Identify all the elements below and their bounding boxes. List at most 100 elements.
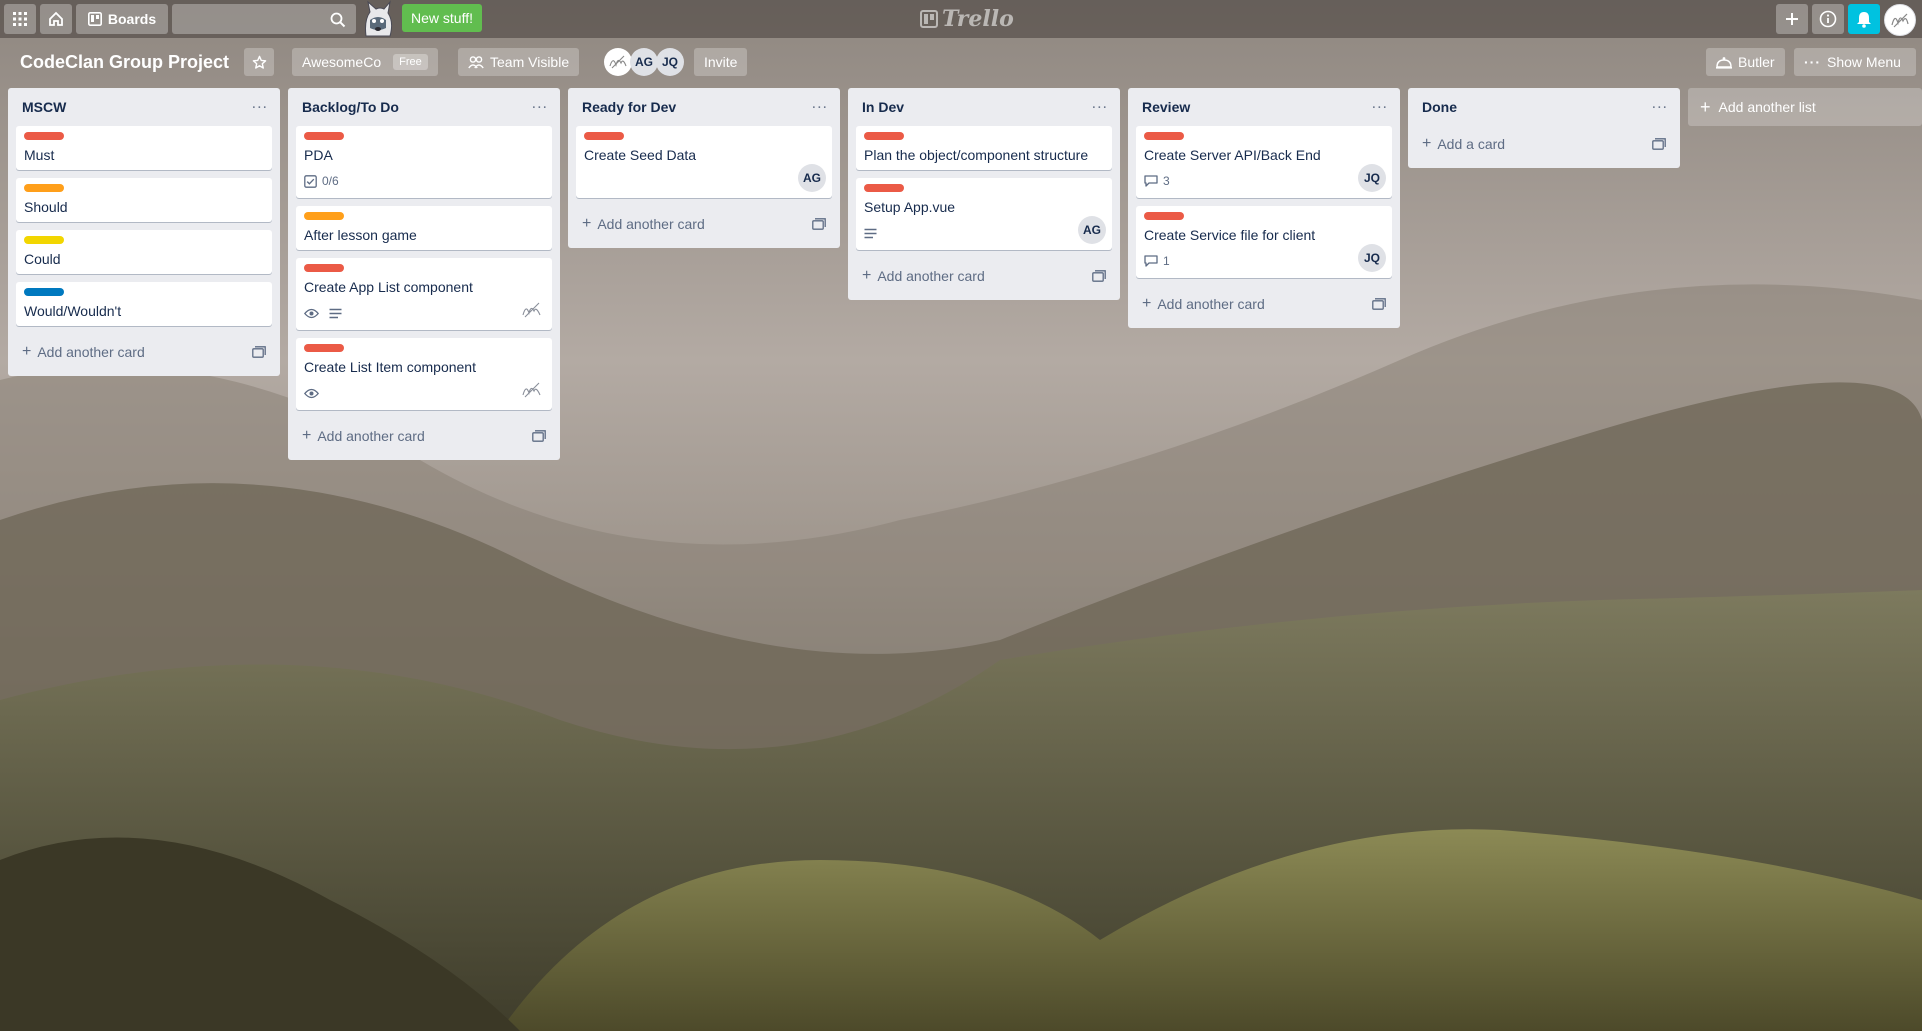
list-title[interactable]: Ready for Dev	[582, 99, 676, 115]
card-label-orange[interactable]	[24, 184, 64, 192]
card-label-red[interactable]	[304, 132, 344, 140]
list-menu-icon[interactable]: ...	[1092, 96, 1108, 114]
add-card-button[interactable]: + Add another card	[296, 418, 552, 454]
card-label-red[interactable]	[1144, 132, 1184, 140]
trello-logo[interactable]: Trello	[920, 6, 1014, 32]
invite-button[interactable]: Invite	[694, 48, 748, 76]
card-label-red[interactable]	[864, 184, 904, 192]
list-menu-icon[interactable]: ...	[1372, 96, 1388, 114]
add-card-button[interactable]: + Add another card	[1136, 286, 1392, 322]
card[interactable]: Create Seed Data AG	[576, 126, 832, 198]
card-template-icon[interactable]	[1092, 270, 1106, 282]
card-label-red[interactable]	[304, 264, 344, 272]
plus-icon: +	[862, 267, 872, 284]
card-template-icon[interactable]	[1372, 298, 1386, 310]
comments-badge: 1	[1144, 254, 1170, 268]
card-label-yellow[interactable]	[24, 236, 64, 244]
card-title: Create Server API/Back End	[1144, 147, 1321, 163]
list-menu-icon[interactable]: ...	[252, 96, 268, 114]
board-title[interactable]: CodeClan Group Project	[12, 46, 237, 78]
add-list-button[interactable]: + Add another list	[1688, 88, 1922, 126]
card-label-orange[interactable]	[304, 212, 344, 220]
add-card-button[interactable]: + Add another card	[576, 206, 832, 242]
card-member-avatar[interactable]	[518, 376, 546, 404]
new-stuff-button[interactable]: New stuff!	[402, 4, 482, 32]
list-title[interactable]: Review	[1142, 99, 1190, 115]
list-review: Review ... Create Server API/Back End 3 …	[1128, 88, 1400, 328]
card[interactable]: Create App List component	[296, 258, 552, 330]
comment-count: 3	[1163, 174, 1170, 188]
card-label-red[interactable]	[304, 344, 344, 352]
visibility-label: Team Visible	[490, 54, 570, 70]
card-template-icon[interactable]	[1652, 138, 1666, 150]
list-menu-icon[interactable]: ...	[1652, 96, 1668, 114]
card-label-red[interactable]	[864, 132, 904, 140]
plus-icon[interactable]	[1776, 4, 1808, 34]
card[interactable]: Should	[16, 178, 272, 222]
list-title[interactable]: In Dev	[862, 99, 904, 115]
team-visibility-icon	[468, 56, 484, 69]
card-label-red[interactable]	[584, 132, 624, 140]
card-member-avatar[interactable]: JQ	[1358, 164, 1386, 192]
member-avatar[interactable]: AG	[630, 48, 658, 76]
more-icon: ···	[1804, 54, 1821, 70]
card[interactable]: Must	[16, 126, 272, 170]
card-title: Should	[24, 199, 68, 215]
member-avatar-owner[interactable]	[604, 48, 632, 76]
visibility-button[interactable]: Team Visible	[458, 48, 580, 76]
watch-icon	[304, 308, 319, 318]
star-button[interactable]	[244, 48, 274, 76]
card-badges: 1	[1144, 250, 1384, 272]
card[interactable]: Would/Wouldn't	[16, 282, 272, 326]
bell-icon[interactable]	[1848, 4, 1880, 34]
card-label-blue[interactable]	[24, 288, 64, 296]
star-icon	[252, 55, 266, 69]
card-title: Create App List component	[304, 279, 473, 295]
butler-label: Butler	[1738, 54, 1775, 70]
card-member-avatar[interactable]: AG	[1078, 216, 1106, 244]
card-template-icon[interactable]	[532, 430, 546, 442]
comment-count: 1	[1163, 254, 1170, 268]
info-icon[interactable]	[1812, 4, 1844, 34]
add-card-label: Add another card	[1157, 296, 1265, 312]
card[interactable]: After lesson game	[296, 206, 552, 250]
card-badges: 3	[1144, 170, 1384, 192]
plus-icon: +	[1142, 295, 1152, 312]
taco-mascot-icon[interactable]	[356, 0, 400, 38]
apps-grid-icon[interactable]	[4, 4, 36, 34]
card-member-avatar[interactable]: AG	[798, 164, 826, 192]
boards-button[interactable]: Boards	[76, 4, 168, 34]
card[interactable]: Create Server API/Back End 3 JQ	[1136, 126, 1392, 198]
team-button[interactable]: AwesomeCo Free	[292, 48, 438, 76]
card-label-red[interactable]	[1144, 212, 1184, 220]
card-member-avatar[interactable]: JQ	[1358, 244, 1386, 272]
card[interactable]: Plan the object/component structure	[856, 126, 1112, 170]
card[interactable]: Could	[16, 230, 272, 274]
card-template-icon[interactable]	[252, 346, 266, 358]
card-badges: 0/6	[304, 170, 544, 192]
list-header: MSCW ...	[16, 88, 272, 126]
member-avatar[interactable]: JQ	[656, 48, 684, 76]
add-card-button[interactable]: + Add a card	[1416, 126, 1672, 162]
trello-logo-icon	[920, 10, 938, 28]
list-title[interactable]: Done	[1422, 99, 1457, 115]
home-icon[interactable]	[40, 4, 72, 34]
butler-button[interactable]: Butler	[1706, 48, 1785, 76]
boards-icon	[87, 12, 102, 26]
card[interactable]: Create Service file for client 1 JQ	[1136, 206, 1392, 278]
user-avatar[interactable]	[1884, 4, 1916, 36]
card-label-red[interactable]	[24, 132, 64, 140]
card[interactable]: Setup App.vue AG	[856, 178, 1112, 250]
show-menu-button[interactable]: ··· Show Menu	[1794, 48, 1916, 76]
add-card-button[interactable]: + Add another card	[16, 334, 272, 370]
search-input[interactable]	[172, 4, 356, 34]
list-menu-icon[interactable]: ...	[812, 96, 828, 114]
card-member-avatar[interactable]	[518, 296, 546, 324]
list-title[interactable]: Backlog/To Do	[302, 99, 399, 115]
card-template-icon[interactable]	[812, 218, 826, 230]
add-card-button[interactable]: + Add another card	[856, 258, 1112, 294]
list-title[interactable]: MSCW	[22, 99, 66, 115]
card[interactable]: PDA 0/6	[296, 126, 552, 198]
card[interactable]: Create List Item component	[296, 338, 552, 410]
list-menu-icon[interactable]: ...	[532, 96, 548, 114]
